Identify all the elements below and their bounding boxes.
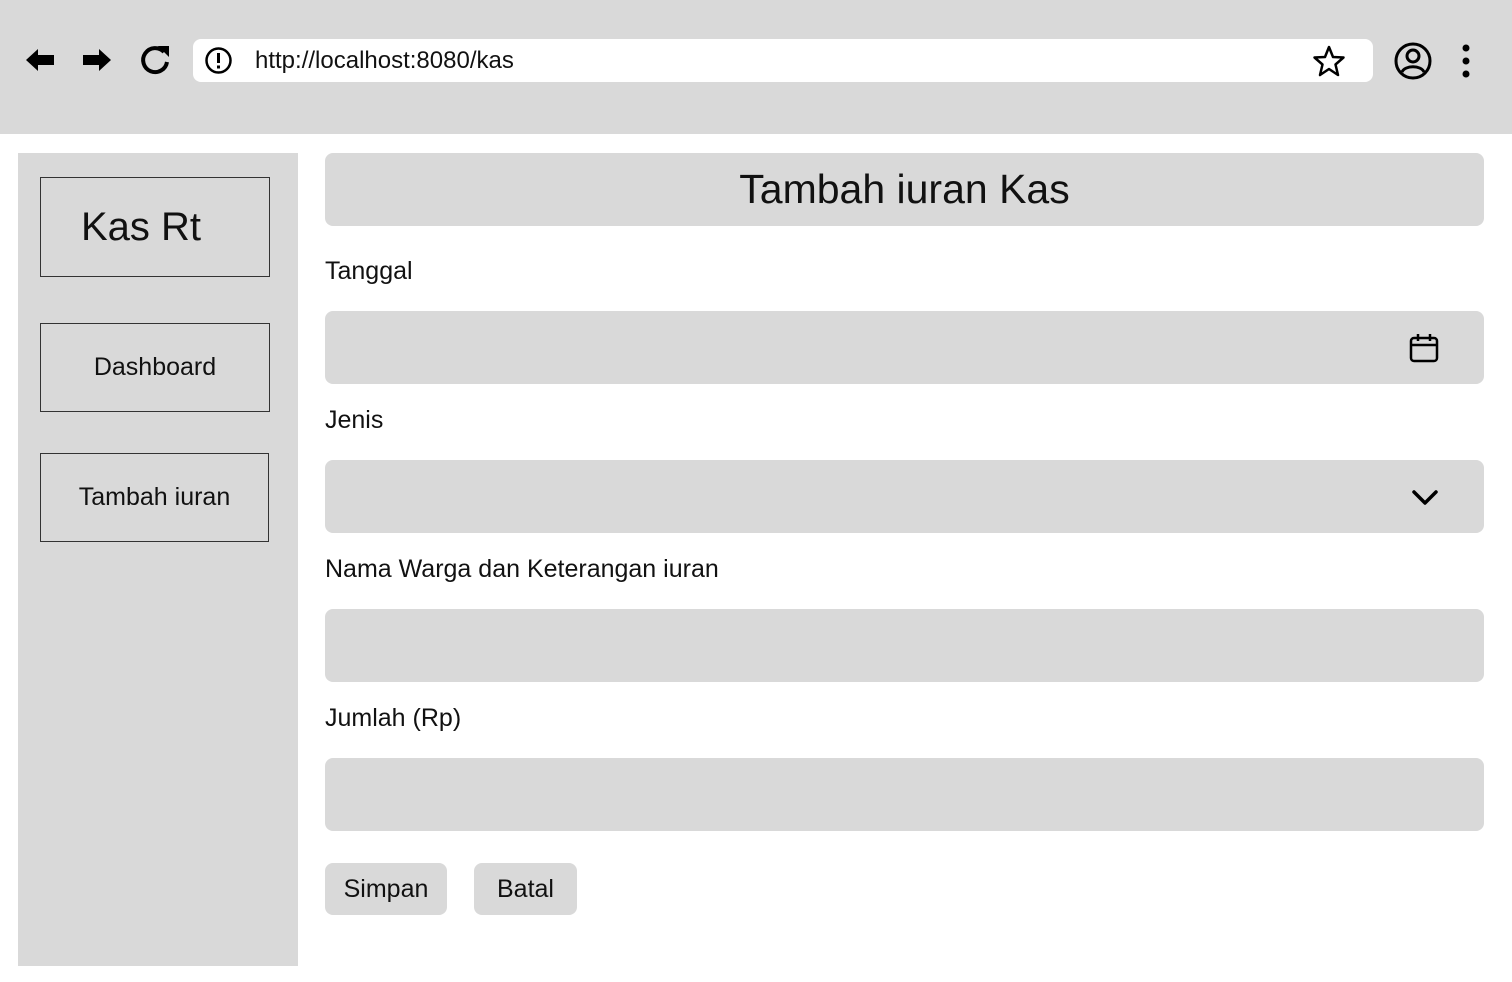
nama-warga-label: Nama Warga dan Keterangan iuran — [325, 555, 719, 583]
bookmark-star-icon[interactable] — [1312, 44, 1346, 78]
sidebar-item-tambah-iuran[interactable]: Tambah iuran — [40, 453, 269, 542]
sidebar: Kas Rt Dashboard Tambah iuran — [18, 153, 298, 966]
tanggal-input[interactable] — [325, 311, 1484, 384]
chevron-down-icon[interactable] — [1407, 479, 1443, 515]
cancel-button[interactable]: Batal — [474, 863, 577, 915]
url-text[interactable]: http://localhost:8080/kas — [255, 39, 514, 82]
site-info-icon[interactable] — [204, 46, 233, 75]
more-vert-icon[interactable] — [1453, 43, 1479, 79]
sidebar-item-dashboard[interactable]: Dashboard — [40, 323, 270, 412]
jenis-label: Jenis — [325, 406, 384, 434]
nama-warga-input[interactable] — [325, 609, 1484, 682]
app-brand: Kas Rt — [40, 177, 270, 277]
jumlah-input[interactable] — [325, 758, 1484, 831]
profile-icon[interactable] — [1393, 41, 1433, 81]
reload-icon[interactable] — [137, 42, 173, 78]
save-button[interactable]: Simpan — [325, 863, 447, 915]
jenis-select[interactable] — [325, 460, 1484, 533]
address-bar[interactable]: http://localhost:8080/kas — [193, 39, 1373, 82]
back-arrow-icon[interactable] — [22, 42, 58, 78]
forward-arrow-icon[interactable] — [79, 42, 115, 78]
calendar-icon[interactable] — [1406, 330, 1442, 366]
tanggal-label: Tanggal — [325, 257, 413, 285]
page-title: Tambah iuran Kas — [325, 153, 1484, 226]
browser-toolbar: http://localhost:8080/kas — [0, 0, 1512, 134]
jumlah-label: Jumlah (Rp) — [325, 704, 462, 732]
